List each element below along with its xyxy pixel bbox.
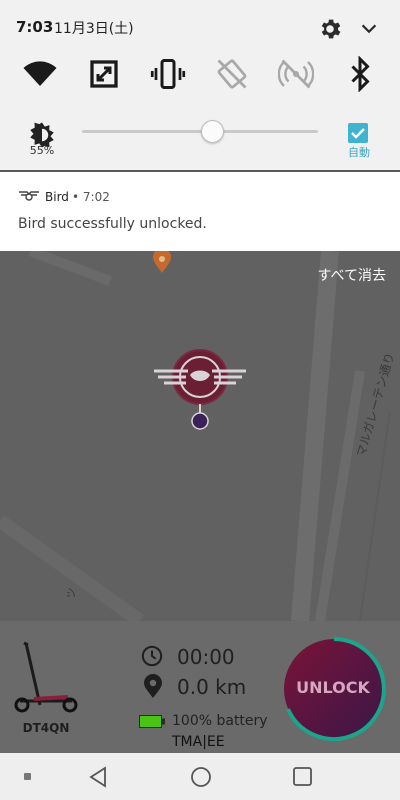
gear-icon[interactable] <box>317 16 343 42</box>
status-bar: 7:03 11月3日(土) <box>0 0 400 54</box>
auto-brightness-checkbox[interactable] <box>348 123 368 143</box>
scooter-icon <box>14 641 78 713</box>
map-pin-icon[interactable] <box>150 251 174 273</box>
ride-distance: 0.0 km <box>177 675 247 699</box>
back-icon[interactable] <box>88 766 108 788</box>
battery-level: 100% battery <box>172 713 268 729</box>
bird-scooter-marker-icon[interactable] <box>152 347 248 431</box>
quick-settings-panel: 7:03 11月3日(土) 55% 自動 <box>0 0 400 170</box>
ride-timer: 00:00 <box>177 645 235 669</box>
wifi-icon[interactable] <box>22 56 58 92</box>
brightness-slider-thumb[interactable] <box>201 120 224 143</box>
bluetooth-icon[interactable] <box>342 56 378 92</box>
notification-message: Bird successfully unlocked. <box>18 216 207 232</box>
chevron-down-icon[interactable] <box>358 18 380 40</box>
scooter-plate: TMA|EE <box>172 734 225 750</box>
mobile-data-off-icon[interactable] <box>278 56 314 92</box>
ride-card: DT4QN 00:00 0.0 km 100% battery TMA|EE U… <box>0 621 400 753</box>
location-pin-icon <box>144 674 162 698</box>
square-dot-icon[interactable] <box>24 773 31 780</box>
notification-time: • 7:02 <box>72 190 110 204</box>
bird-app-icon <box>19 191 39 201</box>
auto-brightness-label: 自動 <box>348 146 370 159</box>
home-icon[interactable] <box>190 766 212 788</box>
status-time: 7:03 <box>16 18 54 36</box>
brightness-slider[interactable] <box>82 130 318 133</box>
battery-icon <box>139 715 165 728</box>
bird-notification[interactable]: Bird • 7:02 Bird successfully unlocked. <box>0 172 400 251</box>
notification-app-name: Bird <box>45 190 69 204</box>
brightness-percent: 55% <box>29 144 55 157</box>
screen-rotate-icon[interactable] <box>86 56 122 92</box>
status-date: 11月3日(土) <box>54 21 134 37</box>
map-view[interactable]: すべて消去 <box>0 251 400 621</box>
auto-rotate-off-icon[interactable] <box>214 56 250 92</box>
map-roads <box>0 251 391 621</box>
clock-icon <box>141 645 163 667</box>
clear-all-button[interactable]: すべて消去 <box>318 265 386 285</box>
scooter-id: DT4QN <box>22 721 70 735</box>
brightness-row: 55% 自動 <box>0 108 400 168</box>
recents-icon[interactable] <box>293 767 312 786</box>
nav-bar <box>0 753 400 800</box>
unlock-button-label[interactable]: UNLOCK <box>280 678 386 697</box>
vibrate-icon[interactable] <box>150 56 186 92</box>
quick-tiles-row <box>0 56 400 96</box>
